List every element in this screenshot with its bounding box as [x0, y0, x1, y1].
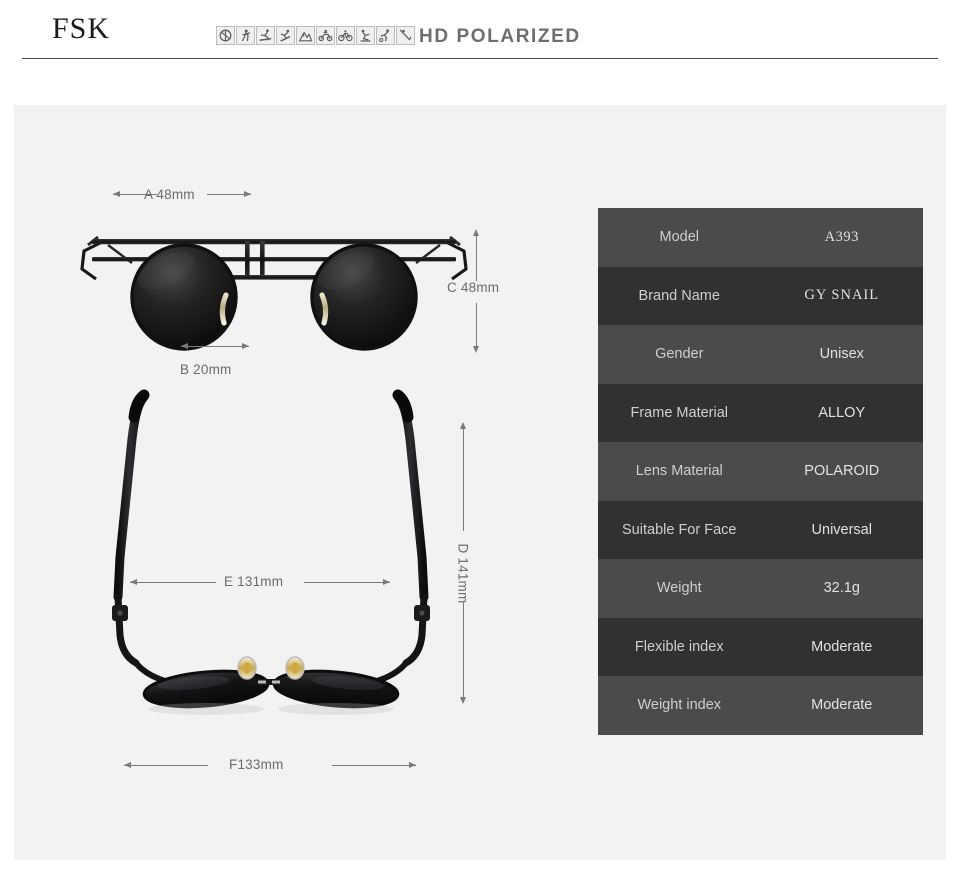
- dim-b-arrowhead-right: [242, 342, 249, 349]
- header-divider: [22, 58, 938, 59]
- page-header: FSK HD POLARIZED: [0, 0, 960, 59]
- dim-a-label: A 48mm: [144, 187, 195, 202]
- spec-key: Flexible index: [634, 638, 724, 655]
- specification-table: Model A393 Brand Name GY SNAIL Gender Un…: [598, 208, 923, 735]
- table-row: Flexible index Moderate: [598, 617, 923, 676]
- dim-c-line-bottom: [476, 303, 477, 350]
- spec-key: Lens Material: [635, 463, 723, 480]
- dim-f-line-left: [124, 765, 208, 766]
- dim-d-arrowhead-bottom: [459, 697, 466, 704]
- dim-c-arrowhead-bottom: [472, 346, 479, 353]
- brand-logo: FSK: [52, 12, 111, 45]
- dim-e-arrowhead-left: [130, 578, 137, 585]
- table-row: Frame Material ALLOY: [598, 383, 923, 442]
- dim-d-label: D 141mm: [455, 543, 471, 604]
- table-row: Brand Name GY SNAIL: [598, 266, 923, 325]
- table-row: Lens Material POLAROID: [598, 442, 923, 501]
- dim-b-arrowhead-left: [181, 342, 188, 349]
- spec-value: Unisex: [819, 346, 864, 363]
- dim-d-line-bottom: [463, 601, 464, 701]
- table-row: Weight 32.1g: [598, 559, 923, 618]
- spec-value: 32.1g: [823, 580, 860, 597]
- soccer-icon: [376, 26, 395, 45]
- fishing-icon: [396, 26, 415, 45]
- table-row: Suitable For Face Universal: [598, 500, 923, 559]
- spec-value: A393: [824, 228, 859, 245]
- spec-key: Frame Material: [630, 404, 729, 421]
- table-row: Gender Unisex: [598, 325, 923, 384]
- dim-d-line-top: [463, 427, 464, 531]
- hd-polarized-tagline: HD POLARIZED: [419, 26, 581, 47]
- dim-e-line-right: [304, 582, 390, 583]
- sunglasses-top-artwork: [112, 389, 430, 715]
- dim-e-label: E 131mm: [224, 574, 284, 589]
- spec-value: Moderate: [811, 697, 873, 714]
- spec-value: Universal: [811, 521, 872, 538]
- dim-f-arrowhead-right: [409, 761, 416, 768]
- dim-b-label: B 20mm: [180, 362, 232, 377]
- dim-f-arrowhead-left: [124, 761, 131, 768]
- dim-a-arrowhead-left: [113, 190, 120, 197]
- dim-f-label: F133mm: [229, 757, 284, 772]
- activity-icon-row: [216, 26, 415, 45]
- spec-key: Gender: [655, 346, 704, 363]
- no-glare-icon: [216, 26, 235, 45]
- spec-key: Suitable For Face: [622, 521, 737, 538]
- skating-icon: [356, 26, 375, 45]
- spec-key: Brand Name: [638, 287, 720, 304]
- dim-b-line: [181, 346, 249, 347]
- dim-f-line-right: [332, 765, 416, 766]
- skiing-icon: [256, 26, 275, 45]
- dim-e-arrowhead-right: [383, 578, 390, 585]
- spec-value: Moderate: [811, 638, 873, 655]
- spec-key: Weight: [656, 580, 702, 597]
- running-icon: [236, 26, 255, 45]
- dim-e-line-left: [130, 582, 216, 583]
- motorcycling-icon: [316, 26, 335, 45]
- dim-c-arrowhead-top: [472, 229, 479, 236]
- spec-value: GY SNAIL: [804, 287, 880, 304]
- spec-value: POLAROID: [804, 463, 880, 480]
- cycling-icon: [336, 26, 355, 45]
- spec-key: Model: [659, 229, 700, 246]
- dim-c-label: C 48mm: [447, 280, 500, 295]
- snowboarding-icon: [276, 26, 295, 45]
- dim-c-line-top: [476, 234, 477, 281]
- climbing-icon: [296, 26, 315, 45]
- dim-a-arrowhead-right: [244, 190, 251, 197]
- sunglasses-front-artwork: [80, 235, 468, 351]
- dim-d-arrowhead-top: [459, 422, 466, 429]
- spec-key: Weight index: [637, 697, 722, 714]
- spec-value: ALLOY: [818, 404, 866, 421]
- table-row: Weight index Moderate: [598, 676, 923, 735]
- table-row: Model A393: [598, 208, 923, 267]
